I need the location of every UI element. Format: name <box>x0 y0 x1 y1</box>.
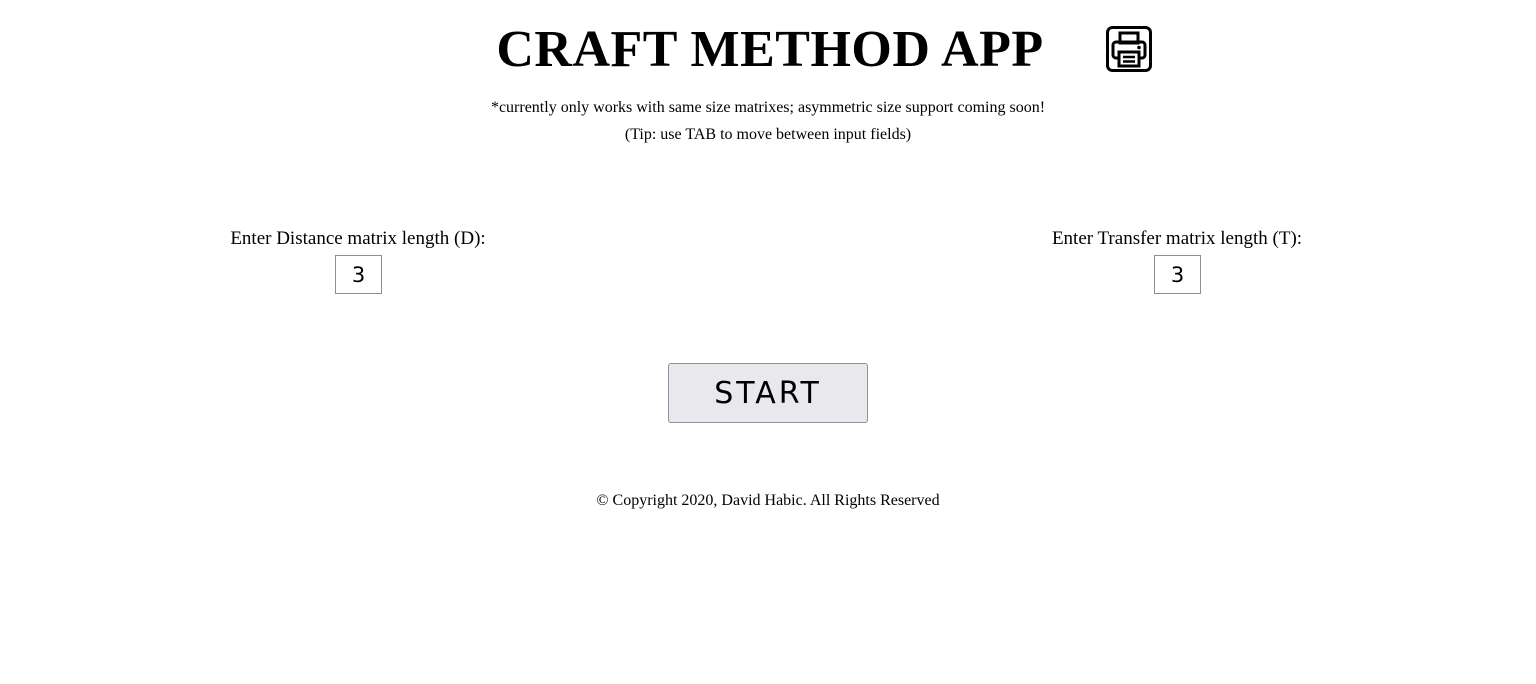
copyright-footer: © Copyright 2020, David Habic. All Right… <box>596 492 940 509</box>
tab-tip-note: (Tip: use TAB to move between input fiel… <box>624 126 912 143</box>
page-title: CRAFT METHOD APP <box>496 21 1044 78</box>
transfer-matrix-label: Enter Transfer matrix length (T): <box>1051 228 1303 249</box>
size-support-note: *currently only works with same size mat… <box>490 99 1046 116</box>
distance-matrix-group: Enter Distance matrix length (D): <box>216 228 500 294</box>
distance-matrix-label: Enter Distance matrix length (D): <box>230 228 486 249</box>
page: CRAFT METHOD APP *currently only works w… <box>0 0 1536 684</box>
print-button[interactable] <box>1106 26 1152 72</box>
printer-icon <box>1106 26 1152 72</box>
start-button[interactable]: START <box>668 363 868 423</box>
transfer-matrix-input[interactable] <box>1154 255 1201 294</box>
transfer-matrix-group: Enter Transfer matrix length (T): <box>1036 228 1318 294</box>
distance-matrix-input[interactable] <box>335 255 382 294</box>
